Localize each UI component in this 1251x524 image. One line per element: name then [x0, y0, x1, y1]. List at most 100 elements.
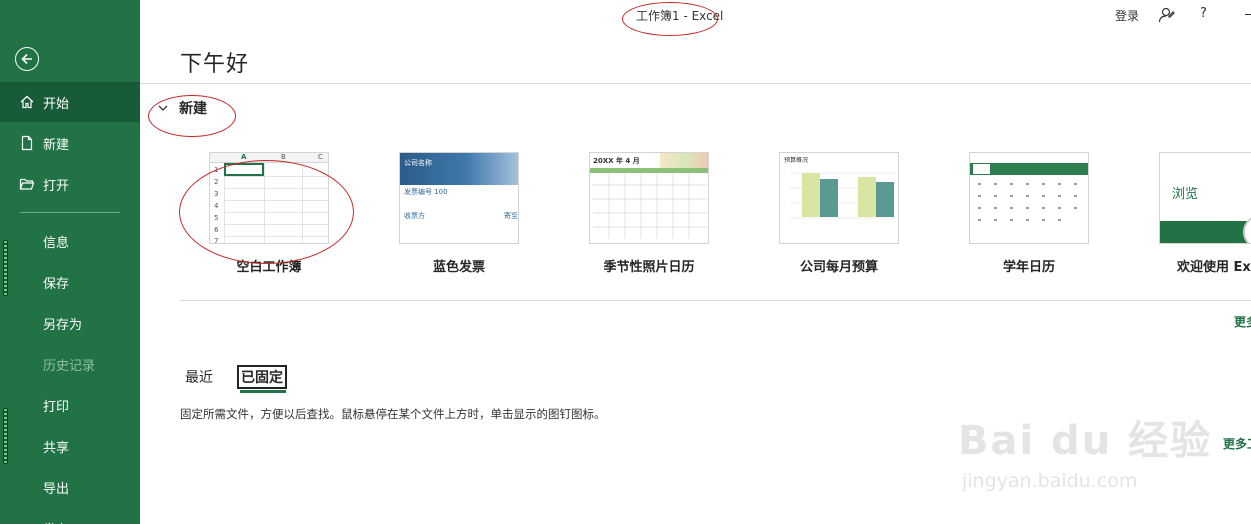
welcome-arrow-icon [1243, 215, 1251, 243]
sidebar-item-home[interactable]: 开始 [0, 82, 140, 122]
invoice-number: 发票编号 100 [404, 188, 448, 196]
minimize-icon[interactable] [1245, 14, 1251, 15]
template-welcome-to-excel[interactable]: 浏览 欢迎使用 Excel [1159, 152, 1251, 275]
watermark-logo: Bai du 经验 [958, 418, 1213, 464]
sidebar-item-label: 共享 [43, 441, 70, 456]
row-label: 5 [214, 214, 219, 222]
invoice-bill-to: 收票方 [404, 212, 425, 220]
budget-bar [820, 179, 838, 217]
sidebar-item-export[interactable]: 导出 [0, 467, 140, 507]
sidebar-item-label: 保存 [43, 277, 70, 292]
scroll-marker [3, 240, 8, 296]
template-company-monthly-budget[interactable]: 预算概况 公司每月预算 [779, 152, 901, 275]
selected-cell [224, 163, 264, 176]
sidebar-item-label: 导出 [43, 482, 70, 497]
sidebar-item-new[interactable]: 新建 [0, 123, 140, 163]
template-academic-calendar[interactable]: 学年日历 [969, 152, 1091, 275]
template-thumbnail: A B C 1 2 3 4 5 6 7 [209, 152, 329, 244]
sidebar-item-save[interactable]: 保存 [0, 262, 140, 302]
watermark-url: jingyan.baidu.com [962, 470, 1138, 492]
row-label: 3 [214, 190, 219, 198]
divider [180, 300, 1251, 301]
help-icon[interactable]: ? [1200, 6, 1207, 21]
greeting-heading: 下午好 [180, 52, 250, 77]
sidebar-item-label: 打印 [43, 400, 70, 415]
active-tab-indicator [240, 390, 286, 393]
more-workbooks-link[interactable]: 更多工作簿 [1223, 435, 1251, 452]
calendar-grid [978, 183, 1077, 221]
calendar-grid [593, 173, 707, 239]
welcome-tour-text: 浏览 [1172, 187, 1199, 202]
template-label: 季节性照片日历 [603, 260, 695, 275]
row-label: 2 [214, 178, 219, 186]
excel-backstage: 开始 新建 打开 信息 保存 另存为 历史记录 打印 共享 导出 工作簿1 - … [0, 0, 1251, 524]
template-thumbnail: 浏览 [1159, 152, 1251, 244]
sidebar-item-label: 历史记录 [43, 359, 96, 374]
template-thumbnail: 公司名称 发票编号 100 收票方 寄至 [399, 152, 519, 244]
sidebar-item-label: 开始 [43, 97, 70, 112]
row-label: 7 [214, 237, 219, 244]
template-label: 空白工作簿 [236, 260, 302, 275]
back-arrow-icon[interactable] [15, 47, 39, 71]
calendar-tab [973, 164, 990, 174]
column-header-row: A B C [210, 153, 328, 163]
sidebar-item-label: 另存为 [43, 318, 83, 333]
budget-bar [876, 182, 894, 217]
account-feedback-icon[interactable] [1157, 6, 1175, 24]
sidebar-item-label: 新建 [43, 138, 70, 153]
sign-in-link[interactable]: 登录 [1115, 7, 1139, 24]
tab-pinned[interactable]: 已固定 [237, 365, 287, 389]
template-thumbnail [969, 152, 1089, 244]
template-label: 学年日历 [1002, 260, 1055, 275]
column-label: B [281, 153, 286, 161]
invoice-company: 公司名称 [404, 159, 432, 167]
sidebar-item-info[interactable]: 信息 [0, 221, 140, 261]
grid-line [224, 224, 328, 225]
home-icon [20, 95, 34, 109]
scroll-marker [3, 408, 8, 464]
new-document-icon [21, 135, 33, 151]
sidebar-item-publish[interactable]: 发布 [0, 508, 140, 524]
row-label: 1 [214, 166, 219, 174]
welcome-banner [1160, 221, 1251, 243]
new-section-header[interactable]: 新建 [157, 98, 207, 118]
pinned-description: 固定所需文件，方便以后查找。鼠标悬停在某个文件上方时，单击显示的图钉图标。 [180, 407, 606, 421]
new-section-title: 新建 [179, 101, 207, 117]
backstage-sidebar: 开始 新建 打开 信息 保存 另存为 历史记录 打印 共享 导出 [0, 0, 140, 524]
template-seasonal-photo-calendar[interactable]: 20XX 年 4 月 季节性照片日历 [589, 152, 711, 275]
sidebar-item-history: 历史记录 [0, 344, 140, 384]
folder-open-icon [19, 178, 35, 190]
more-templates-link[interactable]: 更多模板 [1234, 313, 1251, 330]
template-label: 公司每月预算 [799, 260, 878, 275]
sidebar-item-save-as[interactable]: 另存为 [0, 303, 140, 343]
invoice-ship-to: 寄至 [504, 212, 518, 220]
column-label: A [241, 153, 247, 161]
row-label: 6 [214, 226, 219, 234]
grid-line [224, 188, 328, 189]
sidebar-item-open[interactable]: 打开 [0, 164, 140, 204]
grid-line [224, 236, 328, 237]
sidebar-item-label: 打开 [43, 179, 70, 194]
template-label: 欢迎使用 Excel [1177, 260, 1251, 275]
grid-line [224, 176, 328, 177]
template-thumbnail: 预算概况 [779, 152, 899, 244]
template-thumbnail: 20XX 年 4 月 [589, 152, 709, 244]
sidebar-item-print[interactable]: 打印 [0, 385, 140, 425]
template-blue-invoice[interactable]: 公司名称 发票编号 100 收票方 寄至 蓝色发票 [399, 152, 521, 275]
template-blank-workbook[interactable]: A B C 1 2 3 4 5 6 7 空白工作簿 [209, 152, 331, 275]
sidebar-divider [20, 212, 120, 213]
budget-bar [802, 173, 820, 217]
sidebar-item-label: 发布 [43, 519, 69, 524]
row-label: 4 [214, 202, 219, 210]
divider [140, 83, 1251, 84]
sidebar-item-label: 信息 [43, 236, 70, 251]
calendar-title: 20XX 年 4 月 [593, 157, 640, 165]
template-label: 蓝色发票 [432, 260, 485, 275]
grid-line [224, 200, 328, 201]
column-label: C [318, 153, 323, 161]
chevron-down-icon [158, 105, 168, 111]
tab-recent[interactable]: 最近 [185, 367, 213, 387]
grid-line [224, 212, 328, 213]
sidebar-item-share[interactable]: 共享 [0, 426, 140, 466]
window-title: 工作簿1 - Excel [636, 9, 724, 23]
